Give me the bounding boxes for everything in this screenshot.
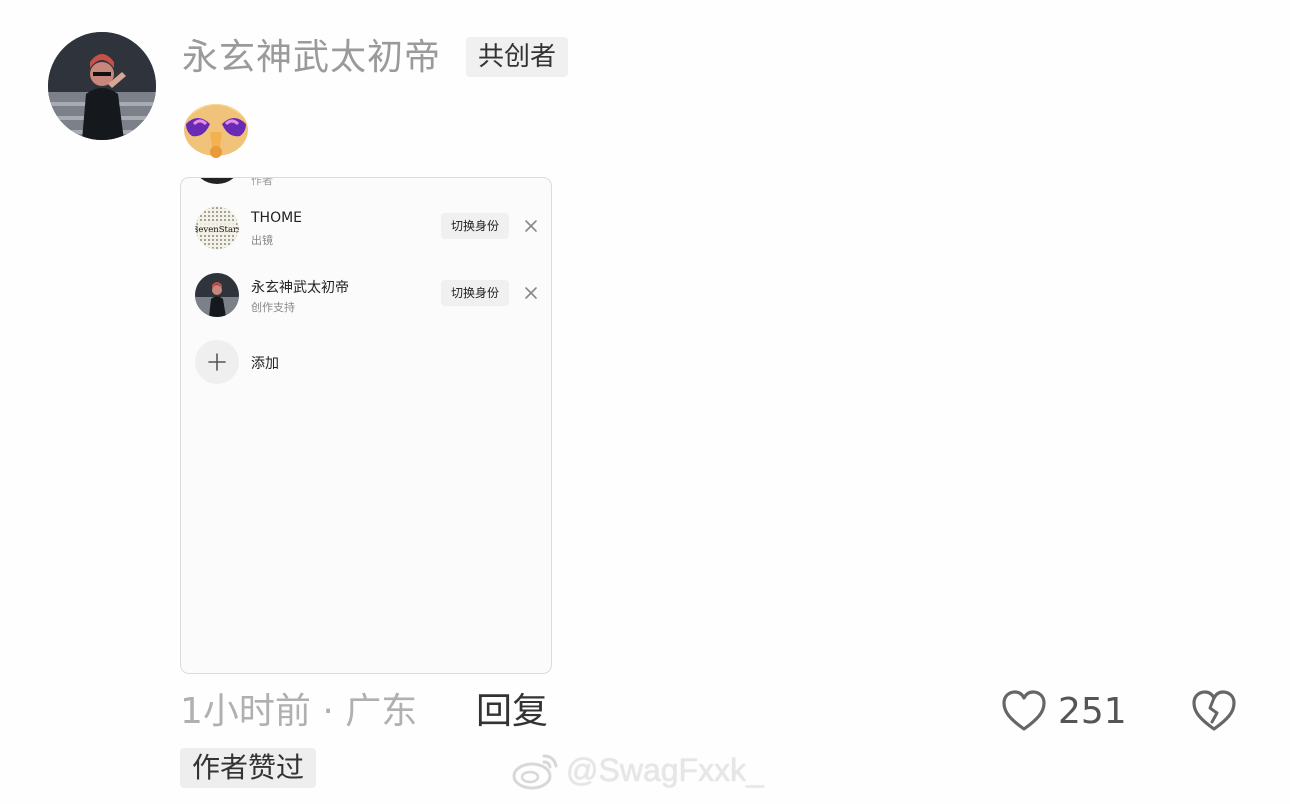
comment-time-location: 1小时前 · 广东 xyxy=(180,691,418,732)
cut-off-avatar xyxy=(195,178,239,184)
plus-icon xyxy=(195,340,239,384)
account-avatar: SevenStars xyxy=(195,206,239,250)
account-row[interactable]: SevenStars THOME 出镜 切换身份 xyxy=(181,202,551,254)
broken-heart-icon[interactable] xyxy=(1190,688,1238,734)
reply-button[interactable]: 回复 xyxy=(476,690,548,734)
heart-outline-icon[interactable] xyxy=(1000,688,1048,734)
like-count: 251 xyxy=(1058,691,1127,732)
author-liked-badge: 作者赞过 xyxy=(180,748,317,788)
emoji-sticker xyxy=(180,96,252,160)
switch-identity-button[interactable]: 切换身份 xyxy=(441,213,510,239)
account-name: THOME xyxy=(251,210,303,226)
account-name: 永玄神武太初帝 xyxy=(251,280,349,296)
comment-username[interactable]: 永玄神武太初帝 xyxy=(182,38,441,78)
add-account-row[interactable]: 添加 xyxy=(181,336,551,388)
svg-text:SevenStars: SevenStars xyxy=(195,225,239,235)
add-account-label: 添加 xyxy=(251,356,279,372)
close-icon[interactable] xyxy=(521,216,541,236)
watermark: @SwagFxxk_ xyxy=(510,748,764,792)
account-role: 创作支持 xyxy=(251,301,295,314)
user-avatar[interactable] xyxy=(48,32,156,140)
embedded-screenshot: 作者 SevenStars THOME 出镜 切换身份 xyxy=(180,177,552,674)
comment-page: 永玄神武太初帝 共创者 作者 SevenStar THOME 出镜 切换身份 永… xyxy=(0,0,1290,804)
weibo-logo-icon xyxy=(512,754,558,790)
account-role: 出镜 xyxy=(251,234,273,247)
account-avatar xyxy=(195,273,239,317)
switch-identity-button[interactable]: 切换身份 xyxy=(441,280,510,306)
watermark-text: @SwagFxxk_ xyxy=(566,751,764,788)
co-creator-badge: 共创者 xyxy=(466,37,569,77)
account-row[interactable]: 永玄神武太初帝 创作支持 切换身份 xyxy=(181,269,551,321)
cut-off-subtitle: 作者 xyxy=(251,177,273,187)
close-icon[interactable] xyxy=(521,283,541,303)
